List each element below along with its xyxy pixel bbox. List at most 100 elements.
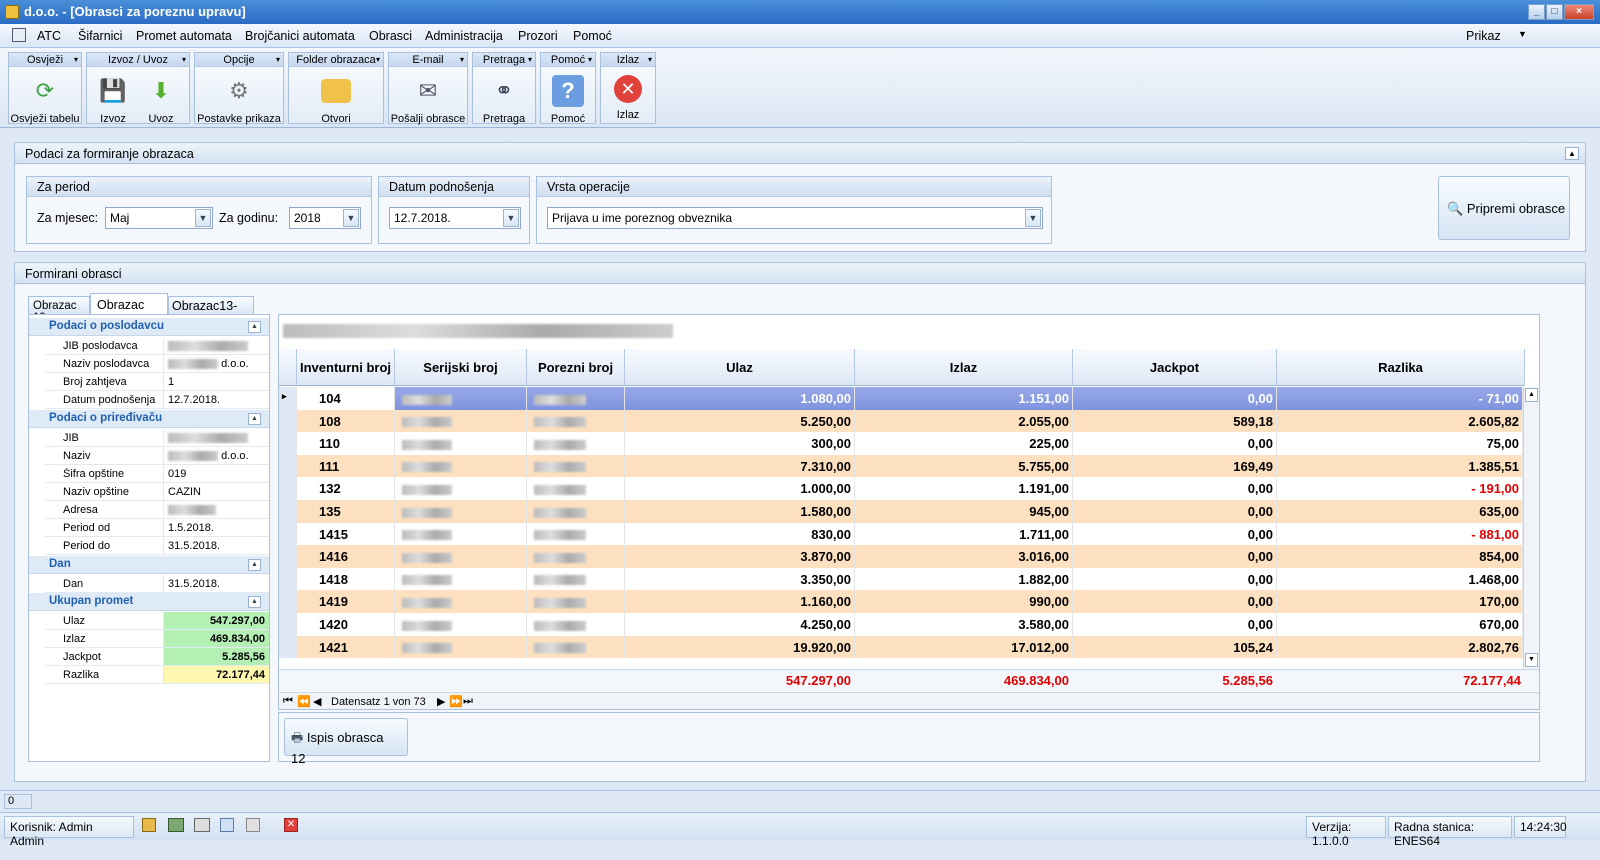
cell-ulaz[interactable]: 3.870,00: [625, 545, 855, 568]
prev-record-icon[interactable]: ◀: [313, 695, 321, 708]
col-header-ulaz[interactable]: Ulaz: [625, 349, 855, 386]
close-window-button[interactable]: ×: [1564, 4, 1594, 20]
cell-razlika[interactable]: 854,00: [1277, 545, 1523, 568]
cell-ulaz[interactable]: 1.580,00: [625, 500, 855, 523]
col-header-serijski-broj[interactable]: Serijski broj: [395, 349, 527, 386]
scroll-up-icon[interactable]: ▲: [1525, 388, 1538, 402]
cell-jackpot[interactable]: 0,00: [1073, 522, 1277, 546]
current-row-icon[interactable]: ▸: [279, 387, 297, 410]
cell-izlaz[interactable]: 945,00: [855, 500, 1073, 523]
menu-prikaz[interactable]: Prikaz: [1466, 29, 1501, 43]
tab-obrazac-12[interactable]: Obrazac 12: [90, 293, 168, 326]
cell-jackpot[interactable]: 0,00: [1073, 613, 1277, 636]
table-row[interactable]: 1415 830,00 1.711,00 0,00- 881,00: [279, 522, 1523, 546]
cell-izlaz[interactable]: 225,00: [855, 432, 1073, 455]
tab-obrazac-13-14[interactable]: Obrazac13-14: [168, 296, 254, 327]
cell-inventurni-broj[interactable]: 1418: [297, 567, 395, 591]
row-indicator[interactable]: [279, 613, 297, 636]
cell-razlika[interactable]: 2.605,82: [1277, 409, 1523, 433]
vertical-scrollbar[interactable]: ▲ ▼: [1523, 387, 1539, 669]
cell-porezni-broj[interactable]: [527, 432, 625, 455]
cell-ulaz[interactable]: 19.920,00: [625, 635, 855, 659]
cell-inventurni-broj[interactable]: 108: [297, 409, 395, 433]
cell-razlika[interactable]: 670,00: [1277, 613, 1523, 636]
collapse-icon[interactable]: ▲: [248, 596, 261, 608]
cell-izlaz[interactable]: 990,00: [855, 590, 1073, 613]
cell-razlika[interactable]: 1.468,00: [1277, 567, 1523, 591]
cell-serijski-broj[interactable]: [395, 477, 527, 500]
cell-porezni-broj[interactable]: [527, 635, 625, 659]
cell-inventurni-broj[interactable]: 1416: [297, 545, 395, 568]
cell-ulaz[interactable]: 1.160,00: [625, 590, 855, 613]
table-row[interactable]: 111 7.310,00 5.755,00 169,49 1.385,51: [279, 454, 1523, 478]
cell-izlaz[interactable]: 3.580,00: [855, 613, 1073, 636]
cell-inventurni-broj[interactable]: 1415: [297, 522, 395, 546]
cell-razlika[interactable]: 75,00: [1277, 432, 1523, 455]
next-page-icon[interactable]: ⏩: [449, 695, 463, 708]
exit-button[interactable]: ✕ Izlaz: [601, 71, 655, 121]
grid-icon[interactable]: [220, 818, 234, 832]
notes-icon[interactable]: [142, 818, 156, 832]
cell-ulaz[interactable]: 5.250,00: [625, 409, 855, 433]
cell-izlaz[interactable]: 1.711,00: [855, 522, 1073, 546]
menu-obrasci[interactable]: Obrasci: [369, 29, 412, 43]
cell-porezni-broj[interactable]: [527, 590, 625, 613]
cell-izlaz[interactable]: 1.191,00: [855, 477, 1073, 500]
calculator-icon[interactable]: [194, 818, 210, 832]
table-row[interactable]: 108 5.250,00 2.055,00 589,18 2.605,82: [279, 409, 1523, 433]
display-settings-button[interactable]: ⚙ Postavke prikaza: [195, 71, 283, 125]
cell-jackpot[interactable]: 105,24: [1073, 635, 1277, 659]
cell-razlika[interactable]: - 881,00: [1277, 522, 1523, 546]
row-indicator[interactable]: [279, 567, 297, 591]
prepare-forms-button[interactable]: 🔍 Pripremi obrasce: [1438, 176, 1570, 240]
cell-inventurni-broj[interactable]: 111: [297, 454, 395, 478]
row-indicator[interactable]: [279, 409, 297, 433]
col-header-razlika[interactable]: Razlika: [1277, 349, 1525, 386]
cell-jackpot[interactable]: 0,00: [1073, 477, 1277, 500]
collapse-icon[interactable]: ▲: [1565, 147, 1579, 160]
cell-izlaz[interactable]: 17.012,00: [855, 635, 1073, 659]
table-icon[interactable]: [246, 818, 260, 832]
cell-inventurni-broj[interactable]: 132: [297, 477, 395, 500]
col-header-jackpot[interactable]: Jackpot: [1073, 349, 1277, 386]
cell-serijski-broj[interactable]: [395, 522, 527, 546]
menu-administracija[interactable]: Administracija: [425, 29, 503, 43]
row-indicator[interactable]: [279, 500, 297, 523]
cell-porezni-broj[interactable]: [527, 613, 625, 636]
table-row[interactable]: ▸ 104 1.080,00 1.151,00 0,00- 71,00: [279, 387, 1523, 410]
cell-ulaz[interactable]: 1.080,00: [625, 387, 855, 410]
send-forms-button[interactable]: ✉ Pošalji obrasce: [389, 71, 467, 125]
cell-razlika[interactable]: - 71,00: [1277, 387, 1523, 410]
menu-sifarnici[interactable]: Šifarnici: [78, 29, 122, 43]
cell-ulaz[interactable]: 300,00: [625, 432, 855, 455]
cell-inventurni-broj[interactable]: 104: [297, 387, 395, 410]
cell-razlika[interactable]: 2.802,76: [1277, 635, 1523, 659]
cell-izlaz[interactable]: 1.151,00: [855, 387, 1073, 410]
cell-serijski-broj[interactable]: [395, 454, 527, 478]
cell-izlaz[interactable]: 1.882,00: [855, 567, 1073, 591]
next-record-icon[interactable]: ▶: [437, 695, 445, 708]
tab-obrazac-19[interactable]: Obrazac 19: [28, 296, 90, 324]
row-indicator[interactable]: [279, 477, 297, 500]
minimize-button[interactable]: _: [1528, 4, 1545, 20]
cell-jackpot[interactable]: 0,00: [1073, 387, 1277, 410]
table-row[interactable]: 110 300,00 225,00 0,00 75,00: [279, 432, 1523, 455]
first-record-icon[interactable]: ⏮: [283, 695, 293, 708]
operation-type-select[interactable]: Prijava u ime poreznog obveznika ▼: [547, 207, 1043, 229]
cell-jackpot[interactable]: 589,18: [1073, 409, 1277, 433]
cell-ulaz[interactable]: 3.350,00: [625, 567, 855, 591]
cell-inventurni-broj[interactable]: 135: [297, 500, 395, 523]
open-folder-button[interactable]: Otvori: [289, 71, 383, 125]
collapse-icon[interactable]: ▲: [248, 413, 261, 425]
cell-razlika[interactable]: - 191,00: [1277, 477, 1523, 500]
prev-page-icon[interactable]: ⏪: [297, 695, 311, 708]
scroll-down-icon[interactable]: ▼: [1525, 653, 1538, 667]
keyboard-icon[interactable]: [168, 818, 184, 832]
cell-inventurni-broj[interactable]: 1419: [297, 590, 395, 613]
collapse-icon[interactable]: ▲: [248, 559, 261, 571]
col-header-inventurni-broj[interactable]: Inventurni broj: [297, 349, 395, 386]
cell-jackpot[interactable]: 0,00: [1073, 545, 1277, 568]
cell-serijski-broj[interactable]: [395, 387, 527, 410]
close-icon[interactable]: ✕: [284, 818, 298, 832]
cell-ulaz[interactable]: 4.250,00: [625, 613, 855, 636]
